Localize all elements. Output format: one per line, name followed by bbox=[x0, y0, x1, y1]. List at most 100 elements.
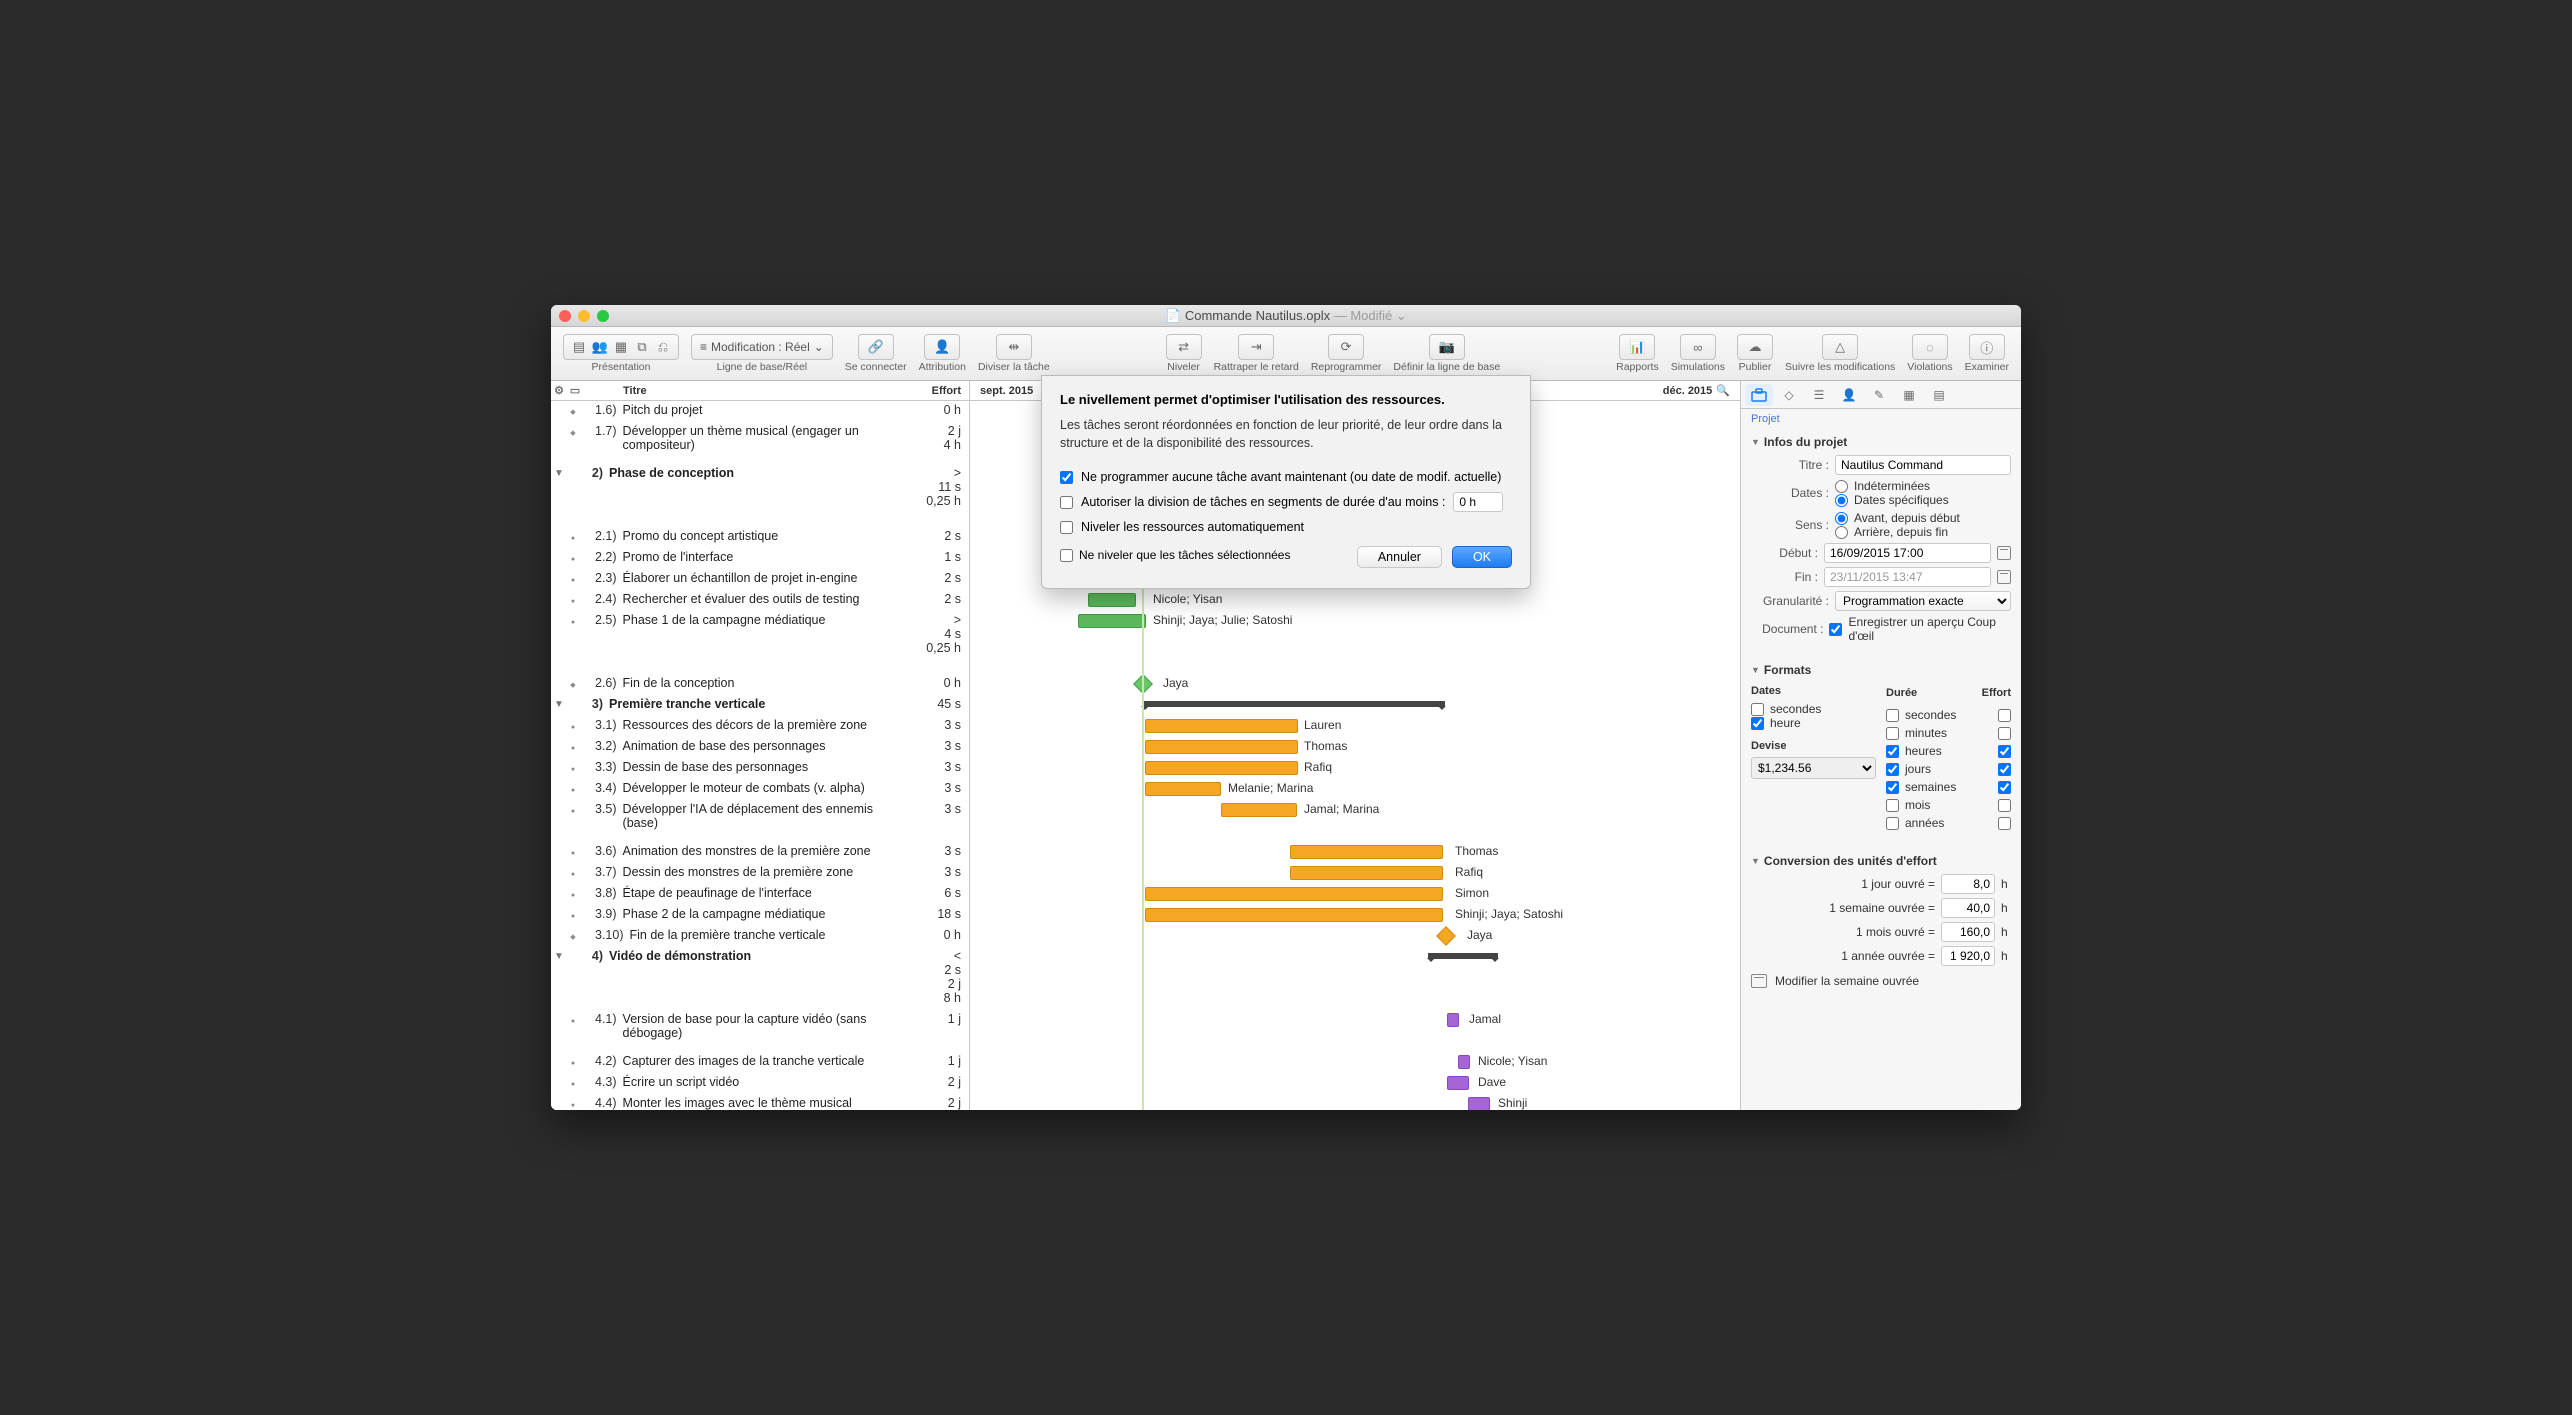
gantt-bar[interactable] bbox=[1145, 782, 1221, 796]
task-row[interactable]: 4.3)Écrire un script vidéo2 j bbox=[551, 1073, 969, 1094]
dur-day-checkbox[interactable]: jours bbox=[1886, 762, 1931, 776]
task-row[interactable]: 4.2)Capturer des images de la tranche ve… bbox=[551, 1052, 969, 1073]
task-row[interactable]: ▼4)Vidéo de démonstration<2 s2 j8 h bbox=[551, 947, 969, 1010]
baseline-dropdown[interactable]: ≡ Modification : Réel ⌄ bbox=[691, 334, 833, 360]
direction-backward-radio[interactable]: Arrière, depuis fin bbox=[1835, 525, 2011, 539]
tab-project[interactable] bbox=[1745, 384, 1773, 406]
task-row[interactable]: 3.3)Dessin de base des personnages3 s bbox=[551, 758, 969, 779]
tab-milestones[interactable]: ◇ bbox=[1775, 384, 1803, 406]
note-icon[interactable]: ▭ bbox=[567, 384, 583, 397]
task-row[interactable]: 3.7)Dessin des monstres de la première z… bbox=[551, 863, 969, 884]
eff-hour-checkbox[interactable] bbox=[1998, 745, 2011, 758]
publish-button[interactable]: ☁ bbox=[1737, 334, 1773, 360]
simulations-button[interactable]: ∞ bbox=[1680, 334, 1716, 360]
conv-day-input[interactable] bbox=[1941, 874, 1995, 894]
ok-button[interactable]: OK bbox=[1452, 546, 1512, 568]
group-bar[interactable] bbox=[1142, 701, 1445, 707]
opt-no-schedule-before-now[interactable]: Ne programmer aucune tâche avant mainten… bbox=[1060, 466, 1512, 488]
view-switcher[interactable]: ▤ 👥 ▦ ⧉ ⎌ bbox=[563, 334, 679, 360]
tab-styles[interactable]: ✎ bbox=[1865, 384, 1893, 406]
task-row[interactable]: 3.6)Animation des monstres de la premièr… bbox=[551, 842, 969, 863]
section-project-info[interactable]: ▼Infos du projet bbox=[1741, 431, 2021, 453]
gantt-bar[interactable] bbox=[1145, 908, 1443, 922]
gantt-bar[interactable] bbox=[1447, 1013, 1459, 1027]
catchup-button[interactable]: ⇥ bbox=[1238, 334, 1274, 360]
gantt-bar[interactable] bbox=[1145, 740, 1298, 754]
gantt-bar[interactable] bbox=[1145, 887, 1443, 901]
connect-button[interactable]: 🔗 bbox=[858, 334, 894, 360]
task-row[interactable]: 2.3)Élaborer un échantillon de projet in… bbox=[551, 569, 969, 590]
zoom-window-button[interactable] bbox=[597, 310, 609, 322]
filter-icon[interactable]: ⚙ bbox=[551, 384, 567, 397]
calendar-icon[interactable] bbox=[1997, 546, 2011, 560]
dur-min-checkbox[interactable]: minutes bbox=[1886, 726, 1947, 740]
task-row[interactable]: 3.2)Animation de base des personnages3 s bbox=[551, 737, 969, 758]
task-row[interactable]: 3.8)Étape de peaufinage de l'interface6 … bbox=[551, 884, 969, 905]
task-row[interactable]: 3.10)Fin de la première tranche vertical… bbox=[551, 926, 969, 947]
level-button[interactable]: ⇄ bbox=[1166, 334, 1202, 360]
dates-heure-checkbox[interactable]: heure bbox=[1751, 716, 1876, 730]
eff-min-checkbox[interactable] bbox=[1998, 727, 2011, 740]
conv-year-input[interactable] bbox=[1941, 946, 1995, 966]
violations-button[interactable]: ◌ bbox=[1912, 334, 1948, 360]
col-effort[interactable]: Effort bbox=[914, 385, 969, 397]
baseline-button[interactable]: 📷 bbox=[1429, 334, 1465, 360]
currency-select[interactable]: $1,234.56 bbox=[1751, 757, 1876, 779]
examine-button[interactable]: ⓘ bbox=[1969, 334, 2005, 360]
project-title-input[interactable] bbox=[1835, 455, 2011, 475]
opt-allow-split[interactable]: Autoriser la division de tâches en segme… bbox=[1060, 488, 1512, 516]
task-row[interactable]: ▼3)Première tranche verticale45 s bbox=[551, 695, 969, 716]
split-button[interactable]: ⇹ bbox=[996, 334, 1032, 360]
gantt-bar[interactable] bbox=[1458, 1055, 1470, 1069]
dur-month-checkbox[interactable]: mois bbox=[1886, 798, 1930, 812]
tab-custom[interactable]: ▦ bbox=[1895, 384, 1923, 406]
section-conversion[interactable]: ▼Conversion des unités d'effort bbox=[1741, 850, 2021, 872]
gantt-bar[interactable] bbox=[1468, 1097, 1490, 1110]
task-row[interactable]: 1.7)Développer un thème musical (engager… bbox=[551, 422, 969, 464]
dur-hour-checkbox[interactable]: heures bbox=[1886, 744, 1942, 758]
gantt-bar[interactable] bbox=[1078, 614, 1146, 628]
task-row[interactable]: 3.1)Ressources des décors de la première… bbox=[551, 716, 969, 737]
task-row[interactable]: 2.5)Phase 1 de la campagne médiatique>4 … bbox=[551, 611, 969, 674]
task-row[interactable]: 2.1)Promo du concept artistique2 s bbox=[551, 527, 969, 548]
gantt-bar[interactable] bbox=[1145, 719, 1298, 733]
assign-button[interactable]: 👤 bbox=[924, 334, 960, 360]
reschedule-button[interactable]: ⟳ bbox=[1328, 334, 1364, 360]
dates-seconds-checkbox[interactable]: secondes bbox=[1751, 702, 1876, 716]
conv-week-input[interactable] bbox=[1941, 898, 1995, 918]
tab-task[interactable]: ☰ bbox=[1805, 384, 1833, 406]
eff-sec-checkbox[interactable] bbox=[1998, 709, 2011, 722]
task-row[interactable]: 4.1)Version de base pour la capture vidé… bbox=[551, 1010, 969, 1052]
eff-year-checkbox[interactable] bbox=[1998, 817, 2011, 830]
start-date-input[interactable] bbox=[1824, 543, 1991, 563]
tab-outline[interactable]: ▤ bbox=[1925, 384, 1953, 406]
task-row[interactable]: 1.6)Pitch du projet0 h bbox=[551, 401, 969, 422]
gantt-bar[interactable] bbox=[1088, 593, 1136, 607]
track-button[interactable]: △ bbox=[1822, 334, 1858, 360]
direction-forward-radio[interactable]: Avant, depuis début bbox=[1835, 511, 2011, 525]
eff-month-checkbox[interactable] bbox=[1998, 799, 2011, 812]
task-row[interactable]: ▼2)Phase de conception>11 s0,25 h bbox=[551, 464, 969, 527]
task-row[interactable]: 3.5)Développer l'IA de déplacement des e… bbox=[551, 800, 969, 842]
gantt-bar[interactable] bbox=[1290, 866, 1443, 880]
task-row[interactable]: 2.2)Promo de l'interface1 s bbox=[551, 548, 969, 569]
conv-month-input[interactable] bbox=[1941, 922, 1995, 942]
calendar-icon[interactable] bbox=[1997, 570, 2011, 584]
opt-auto-level[interactable]: Niveler les ressources automatiquement bbox=[1060, 516, 1512, 538]
task-row[interactable]: 2.6)Fin de la conception0 h bbox=[551, 674, 969, 695]
dur-sec-checkbox[interactable]: secondes bbox=[1886, 708, 1956, 722]
col-title[interactable]: Titre bbox=[583, 385, 914, 397]
cancel-button[interactable]: Annuler bbox=[1357, 546, 1442, 568]
milestone-diamond[interactable] bbox=[1436, 926, 1456, 946]
dur-year-checkbox[interactable]: années bbox=[1886, 816, 1944, 830]
task-row[interactable]: 4.4)Monter les images avec le thème musi… bbox=[551, 1094, 969, 1110]
gantt-bar[interactable] bbox=[1290, 845, 1443, 859]
gantt-bar[interactable] bbox=[1447, 1076, 1469, 1090]
granularity-select[interactable]: Programmation exacte bbox=[1835, 591, 2011, 611]
task-row[interactable]: 2.4)Rechercher et évaluer des outils de … bbox=[551, 590, 969, 611]
opt-selected-only[interactable]: Ne niveler que les tâches sélectionnées bbox=[1060, 548, 1349, 562]
quicklook-checkbox[interactable]: Enregistrer un aperçu Coup d'œil bbox=[1829, 615, 2011, 643]
tab-resource[interactable]: 👤 bbox=[1835, 384, 1863, 406]
dates-undetermined-radio[interactable]: Indéterminées bbox=[1835, 479, 2011, 493]
minimize-window-button[interactable] bbox=[578, 310, 590, 322]
